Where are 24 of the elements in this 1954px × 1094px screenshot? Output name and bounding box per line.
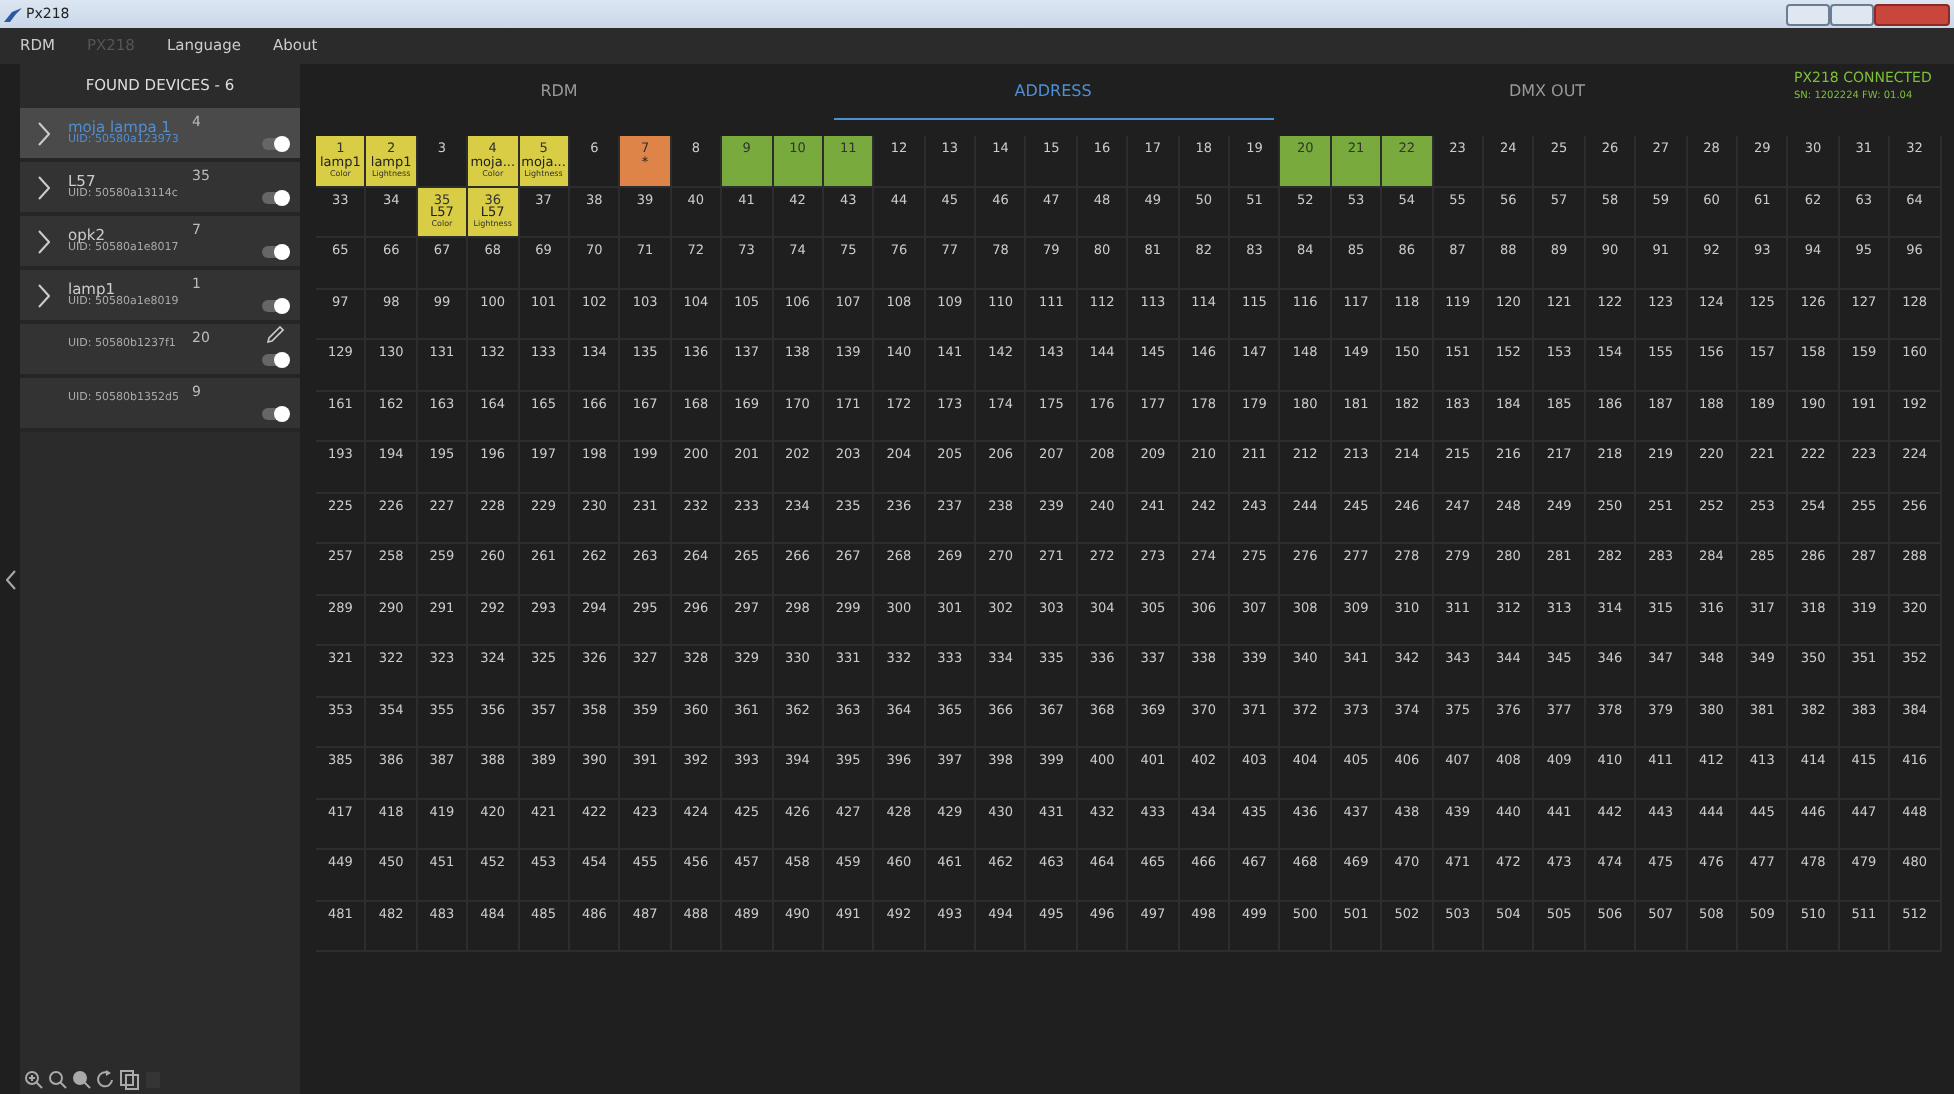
- app-icon: [4, 7, 22, 21]
- toggle-switch[interactable]: [262, 408, 288, 420]
- zoom-in-icon[interactable]: [24, 1070, 44, 1090]
- zoom-out-icon[interactable]: [48, 1070, 68, 1090]
- toggle-switch[interactable]: [262, 300, 288, 312]
- chevron-icon[interactable]: [38, 283, 50, 307]
- rotate-icon[interactable]: [96, 1070, 116, 1090]
- chevron-icon[interactable]: [38, 121, 50, 145]
- copy-icon[interactable]: [120, 1070, 140, 1090]
- maximize-button[interactable]: [1830, 3, 1874, 25]
- toggle-switch[interactable]: [262, 246, 288, 258]
- magnifier-icon[interactable]: [72, 1070, 92, 1090]
- chevron-icon[interactable]: [38, 175, 50, 199]
- toggle-switch[interactable]: [262, 354, 288, 366]
- collapse-icon[interactable]: [6, 570, 16, 590]
- chevron-icon[interactable]: [38, 229, 50, 253]
- toggle-switch[interactable]: [262, 138, 288, 150]
- tab[interactable]: ADDRESS: [833, 64, 1273, 120]
- pencil-icon[interactable]: [266, 326, 284, 344]
- minimize-button[interactable]: [1786, 3, 1830, 25]
- tab[interactable]: RDM: [339, 64, 779, 120]
- tab[interactable]: DMX OUT: [1327, 64, 1767, 120]
- toggle-switch[interactable]: [262, 192, 288, 204]
- close-button[interactable]: [1874, 3, 1950, 25]
